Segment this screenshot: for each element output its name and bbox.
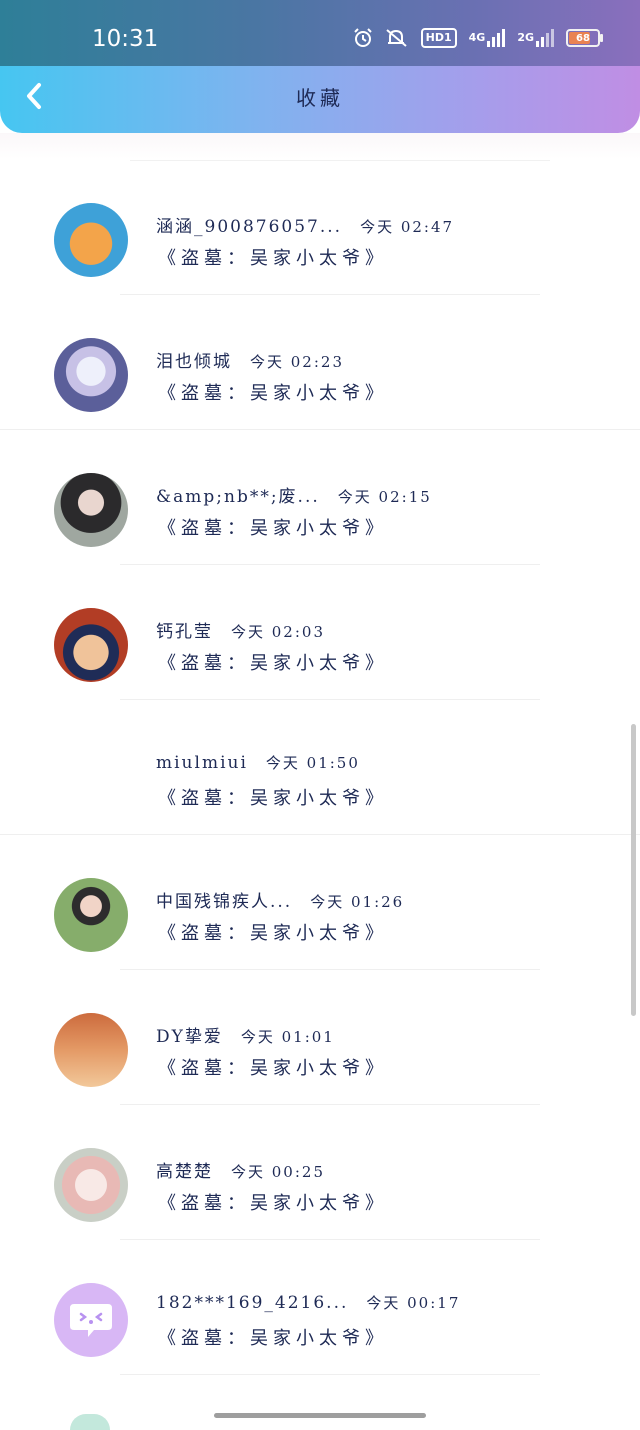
user-name[interactable]: miulmiui [156,753,248,773]
user-name[interactable]: DY挚爱 [156,1027,223,1047]
chat-bubble-icon [70,1304,112,1337]
list-item[interactable]: 钙孔莹 今天 02:03 《盗墓：吴家小太爷》 [0,575,640,710]
list-item[interactable]: 泪也倾城 今天 02:23 《盗墓：吴家小太爷》 [0,305,640,440]
user-name[interactable]: 182***169_4216... [156,1293,348,1313]
book-title: 《盗墓：吴家小太爷》 [158,248,388,269]
list-item[interactable]: 中国残锦疾人... 今天 01:26 《盗墓：吴家小太爷》 [0,845,640,980]
user-name[interactable]: &amp;nb**;废... [156,487,320,507]
user-name[interactable]: 泪也倾城 [156,352,232,372]
favorites-list: 涵涵_900876057... 今天 02:47 《盗墓：吴家小太爷》 泪也倾城今… [0,170,640,1385]
divider [120,564,540,565]
divider [120,1104,540,1105]
book-title: 《盗墓：吴家小太爷》 [158,923,388,944]
signal-2g-icon: 2G [517,29,554,47]
scrollbar[interactable] [631,724,636,1016]
user-name[interactable]: 钙孔莹 [156,622,213,642]
list-item[interactable]: &amp;nb**;废... 今天 02:15 《盗墓：吴家小太爷》 [0,440,640,575]
battery-icon: 68 [566,29,603,47]
top-fade [0,133,640,159]
divider [120,1374,540,1375]
user-name[interactable]: 高楚楚 [156,1162,213,1182]
user-name[interactable]: 涵涵_900876057... [156,217,342,237]
timestamp: 今天 01:26 [310,893,405,911]
timestamp: 今天 02:15 [337,488,432,506]
divider [0,834,640,835]
list-item[interactable]: 涵涵_900876057... 今天 02:47 《盗墓：吴家小太爷》 [0,170,640,305]
book-title: 《盗墓：吴家小太爷》 [158,1058,388,1079]
list-item[interactable]: miulmiui 今天 01:50 《盗墓：吴家小太爷》 [0,710,640,845]
avatar[interactable] [54,473,128,547]
book-title: 《盗墓：吴家小太爷》 [158,788,388,809]
divider [120,699,540,700]
timestamp: 今天 01:50 [265,754,360,772]
mute-icon [385,28,409,48]
user-name[interactable]: 中国残锦疾人... [156,892,292,912]
status-time: 10:31 [92,26,159,52]
timestamp: 今天 00:17 [366,1294,461,1312]
signal-4g-icon: 4G [469,29,506,47]
home-indicator[interactable] [214,1413,426,1418]
timestamp: 今天 00:25 [231,1163,325,1181]
book-title: 《盗墓：吴家小太爷》 [158,1193,388,1214]
avatar[interactable] [54,608,128,682]
avatar[interactable] [54,1283,128,1357]
timestamp: 今天 02:03 [231,623,325,641]
page-title: 收藏 [296,86,344,110]
hd-icon: HD1 [420,28,457,48]
status-bar: 10:31 HD1 4G 2G 68 [0,0,640,66]
net-2g-label: 2G [517,31,534,44]
avatar[interactable] [54,338,128,412]
divider [130,160,550,161]
avatar[interactable] [54,203,128,277]
book-title: 《盗墓：吴家小太爷》 [158,1328,388,1349]
divider [0,429,640,430]
divider [120,969,540,970]
timestamp: 今天 02:23 [250,353,344,371]
divider [120,294,540,295]
avatar[interactable] [54,1148,128,1222]
status-icons: HD1 4G 2G 68 [353,28,603,48]
header-bar: 10:31 HD1 4G 2G 68 收藏 [0,0,640,133]
timestamp: 今天 01:01 [240,1028,335,1046]
battery-level: 68 [576,32,590,44]
book-title: 《盗墓：吴家小太爷》 [158,518,388,539]
next-avatar-peek [70,1414,110,1430]
list-item[interactable]: 高楚楚 今天 00:25 《盗墓：吴家小太爷》 [0,1115,640,1250]
list-item[interactable]: 182***169_4216... 今天 00:17 《盗墓：吴家小太爷》 [0,1250,640,1385]
avatar[interactable] [54,878,128,952]
alarm-icon [353,28,373,48]
timestamp: 今天 02:47 [360,218,455,236]
net-4g-label: 4G [468,31,486,44]
book-title: 《盗墓：吴家小太爷》 [158,383,388,404]
book-title: 《盗墓：吴家小太爷》 [158,653,388,674]
avatar[interactable] [54,1013,128,1087]
list-item[interactable]: DY挚爱 今天 01:01 《盗墓：吴家小太爷》 [0,980,640,1115]
divider [120,1239,540,1240]
